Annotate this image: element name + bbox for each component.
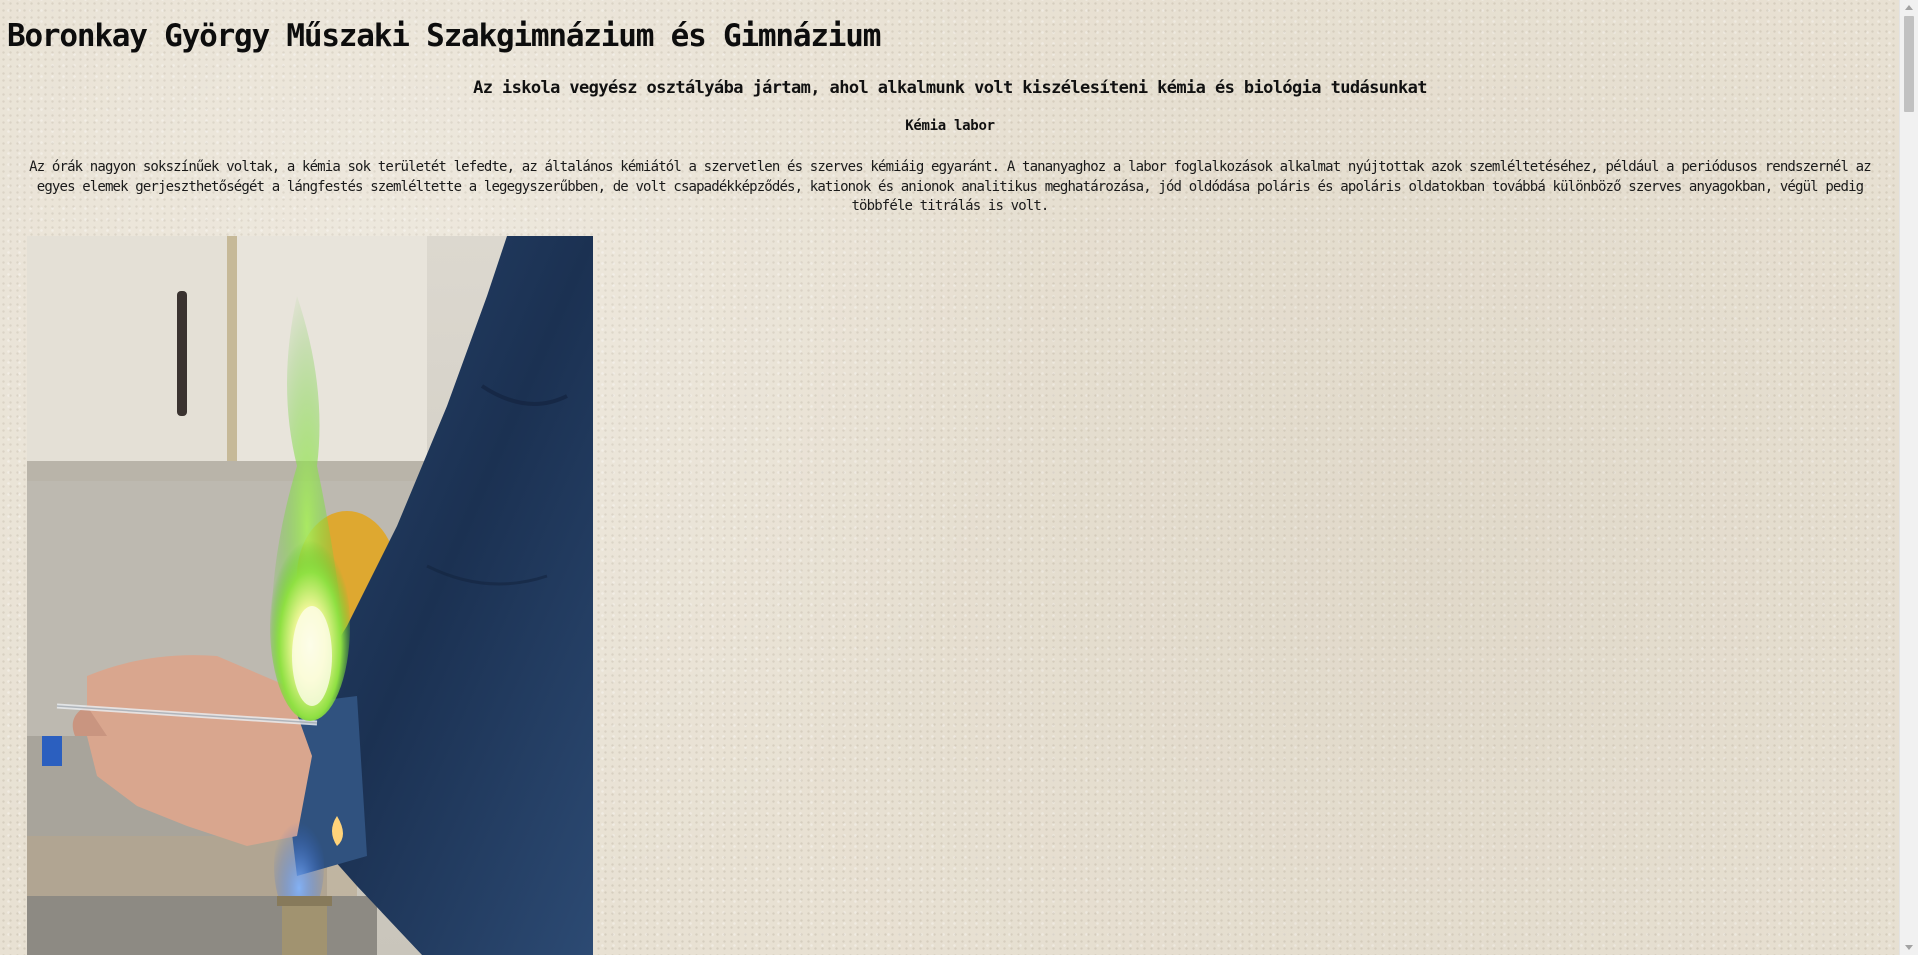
page-title: Boronkay György Műszaki Szakgimnázium és… [7,18,881,54]
scrollbar-thumb[interactable] [1904,16,1914,112]
flame-test-photo [27,236,593,955]
section-paragraph: Az órák nagyon sokszínűek voltak, a kémi… [29,159,1871,214]
intro-subtitle: Az iskola vegyész osztályába jártam, aho… [473,78,1427,98]
chevron-down-icon[interactable] [1905,945,1913,950]
section-title: Kémia labor [905,118,995,134]
chevron-up-icon[interactable] [1905,5,1913,10]
flame-test-illustration [27,236,593,955]
page-scrollbar[interactable] [1899,0,1918,955]
page: Boronkay György Műszaki Szakgimnázium és… [0,0,1900,955]
